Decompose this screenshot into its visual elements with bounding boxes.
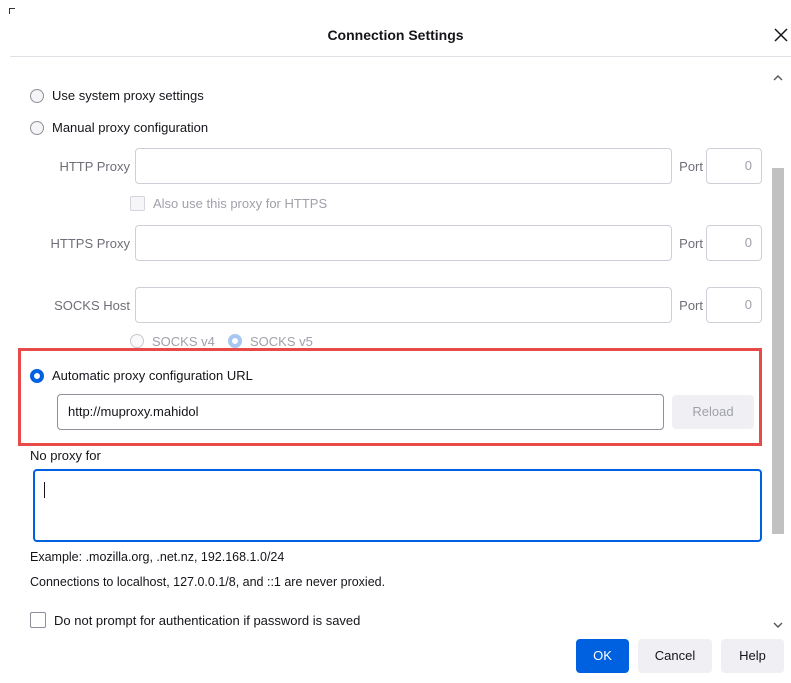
socks-v4-radio[interactable] [130,334,144,348]
title-divider [10,56,791,57]
auto-proxy-url-input[interactable]: http://muproxy.mahidol [57,394,664,430]
localhost-note: Connections to localhost, 127.0.0.1/8, a… [30,575,386,589]
manual-proxy-option[interactable]: Manual proxy configuration [30,120,208,135]
reload-button[interactable]: Reload [672,395,754,429]
socks-host-label: SOCKS Host [54,298,130,313]
manual-proxy-radio[interactable] [30,120,44,135]
corner-mark [9,8,15,14]
manual-proxy-label: Manual proxy configuration [52,120,209,135]
auth-label: Do not prompt for authentication if pass… [54,612,361,628]
no-proxy-textarea[interactable] [33,469,762,542]
scrollbar-thumb[interactable] [772,168,784,534]
chevron-down-icon[interactable] [773,621,783,629]
socks-v5-option[interactable]: SOCKS v5 [228,334,313,348]
system-proxy-option[interactable]: Use system proxy settings [30,88,204,103]
chevron-up-icon[interactable] [773,74,783,82]
auth-checkbox[interactable] [30,612,46,628]
http-port-label: Port [679,159,703,174]
also-https-option[interactable]: Also use this proxy for HTTPS [130,196,327,211]
socks-port-input[interactable]: 0 [706,287,762,323]
socks-v4-option[interactable]: SOCKS v4 [130,334,215,348]
help-button[interactable]: Help [721,639,784,673]
cancel-button[interactable]: Cancel [638,639,712,673]
https-proxy-label: HTTPS Proxy [50,236,130,251]
socks-v5-label: SOCKS v5 [250,334,313,348]
socks-v5-radio[interactable] [228,334,242,348]
system-proxy-label: Use system proxy settings [52,88,204,103]
also-https-label: Also use this proxy for HTTPS [153,196,328,211]
auto-proxy-option[interactable]: Automatic proxy configuration URL [30,368,253,383]
socks-v4-label: SOCKS v4 [152,334,215,348]
also-https-checkbox[interactable] [130,196,145,211]
ok-button[interactable]: OK [576,639,629,673]
no-proxy-example: Example: .mozilla.org, .net.nz, 192.168.… [30,550,285,564]
close-button[interactable] [770,24,791,46]
auto-proxy-label: Automatic proxy configuration URL [52,368,253,383]
auto-proxy-radio[interactable] [30,368,44,383]
socks-port-label: Port [679,298,703,313]
http-proxy-input[interactable] [135,148,672,184]
close-icon [774,28,788,42]
dialog-title: Connection Settings [327,27,464,43]
https-port-label: Port [679,236,703,251]
http-port-input[interactable]: 0 [706,148,762,184]
auth-option[interactable]: Do not prompt for authentication if pass… [30,612,360,628]
no-proxy-label: No proxy for [30,448,101,463]
system-proxy-radio[interactable] [30,88,44,103]
text-caret [44,482,45,498]
socks-host-input[interactable] [135,287,672,323]
https-proxy-input[interactable] [135,225,672,261]
http-proxy-label: HTTP Proxy [59,159,130,174]
https-port-input[interactable]: 0 [706,225,762,261]
